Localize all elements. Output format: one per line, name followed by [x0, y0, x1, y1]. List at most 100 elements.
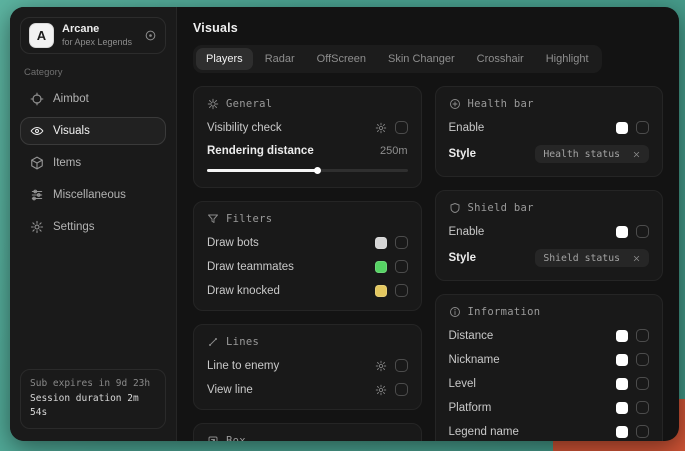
box-icon	[207, 435, 219, 441]
style-select[interactable]: Health status	[535, 145, 649, 163]
row-rendering-distance: Rendering distance250m	[207, 145, 408, 157]
subscription-info-card: Sub expires in 9d 23h Session duration 2…	[20, 369, 166, 429]
card-box: BoxEnableEnable background	[193, 423, 422, 441]
row-controls	[375, 260, 408, 273]
card-header: Shield bar	[449, 202, 650, 214]
color-swatch[interactable]	[616, 426, 628, 438]
row-controls	[375, 383, 408, 396]
row-visibility-check: Visibility check	[207, 121, 408, 134]
sidebar-item-label: Settings	[53, 221, 95, 233]
app-window: A Arcane for Apex Legends Category Aimbo…	[10, 7, 679, 441]
color-swatch[interactable]	[616, 226, 628, 238]
tab-skin-changer[interactable]: Skin Changer	[378, 48, 465, 70]
color-swatch[interactable]	[616, 402, 628, 414]
row-label: Distance	[449, 330, 494, 342]
cube-icon	[30, 156, 44, 170]
distance-checkbox[interactable]	[636, 329, 649, 342]
nickname-checkbox[interactable]	[636, 353, 649, 366]
color-swatch[interactable]	[616, 122, 628, 134]
card-title: Filters	[226, 213, 272, 225]
color-swatch[interactable]	[375, 237, 387, 249]
enable-checkbox[interactable]	[636, 225, 649, 238]
row-label: Level	[449, 378, 477, 390]
row-controls	[616, 425, 649, 438]
tab-crosshair[interactable]: Crosshair	[467, 48, 534, 70]
card-title: Information	[468, 306, 541, 318]
row-controls	[375, 236, 408, 249]
row-label: Platform	[449, 402, 492, 414]
visibility-check-checkbox[interactable]	[395, 121, 408, 134]
app-name: Arcane	[62, 23, 136, 37]
card-header: Lines	[207, 336, 408, 348]
category-label: Category	[24, 67, 162, 78]
select-value: Health status	[543, 149, 620, 160]
slider-thumb[interactable]	[314, 167, 321, 174]
card-title: Health bar	[468, 98, 534, 110]
card-header: General	[207, 98, 408, 110]
card-header: Box	[207, 435, 408, 441]
sidebar-item-visuals[interactable]: Visuals	[20, 117, 166, 145]
row-label: Style	[449, 148, 477, 160]
legend-name-checkbox[interactable]	[636, 425, 649, 438]
view-line-checkbox[interactable]	[395, 383, 408, 396]
card-health-bar: Health barEnableStyleHealth status	[435, 86, 664, 177]
row-label: Draw knocked	[207, 285, 280, 297]
card-information: Information Distance Nickname Level Platform…	[435, 294, 664, 441]
sidebar: A Arcane for Apex Legends Category Aimbo…	[10, 7, 177, 441]
color-swatch[interactable]	[616, 378, 628, 390]
row-legend-name: Legend name	[449, 425, 650, 438]
row-label: Nickname	[449, 354, 500, 366]
sidebar-item-items[interactable]: Items	[20, 149, 166, 177]
brand-text: Arcane for Apex Legends	[62, 23, 136, 48]
enable-checkbox[interactable]	[636, 121, 649, 134]
row-enable: Enable	[449, 225, 650, 238]
gear-icon[interactable]	[375, 122, 387, 134]
draw-bots-checkbox[interactable]	[395, 236, 408, 249]
sidebar-item-settings[interactable]: Settings	[20, 213, 166, 241]
tab-radar[interactable]: Radar	[255, 48, 305, 70]
row-style: Style Health status	[449, 145, 650, 163]
close-icon[interactable]	[632, 150, 641, 159]
rendering-distance-slider[interactable]	[207, 167, 408, 174]
row-distance: Distance	[449, 329, 650, 342]
row-label: Draw teammates	[207, 261, 294, 273]
slider-value: 250m	[380, 145, 408, 157]
gear-icon[interactable]	[375, 360, 387, 372]
draw-teammates-checkbox[interactable]	[395, 260, 408, 273]
color-swatch[interactable]	[616, 330, 628, 342]
session-duration-text: Session duration 2m 54s	[30, 392, 156, 421]
tab-offscreen[interactable]: OffScreen	[307, 48, 376, 70]
draw-knocked-checkbox[interactable]	[395, 284, 408, 297]
sun-icon	[207, 98, 219, 110]
sidebar-item-aimbot[interactable]: Aimbot	[20, 85, 166, 113]
card-title: Shield bar	[468, 202, 534, 214]
color-swatch[interactable]	[375, 285, 387, 297]
row-controls	[375, 359, 408, 372]
gear-icon[interactable]	[375, 384, 387, 396]
row-draw-bots: Draw bots	[207, 236, 408, 249]
row-controls: Shield status	[535, 249, 649, 267]
style-select[interactable]: Shield status	[535, 249, 649, 267]
row-controls	[616, 225, 649, 238]
row-nickname: Nickname	[449, 353, 650, 366]
row-controls: Health status	[535, 145, 649, 163]
app-subtitle: for Apex Legends	[62, 37, 136, 48]
select-value: Shield status	[543, 253, 620, 264]
sidebar-item-miscellaneous[interactable]: Miscellaneous	[20, 181, 166, 209]
tab-highlight[interactable]: Highlight	[536, 48, 599, 70]
close-icon[interactable]	[632, 254, 641, 263]
color-swatch[interactable]	[616, 354, 628, 366]
line-to-enemy-checkbox[interactable]	[395, 359, 408, 372]
row-draw-teammates: Draw teammates	[207, 260, 408, 273]
crosshair-icon	[30, 92, 44, 106]
level-checkbox[interactable]	[636, 377, 649, 390]
row-line-to-enemy: Line to enemy	[207, 359, 408, 372]
platform-checkbox[interactable]	[636, 401, 649, 414]
target-icon[interactable]	[144, 29, 157, 42]
row-label: Style	[449, 252, 477, 264]
card-title: General	[226, 98, 272, 110]
tab-players[interactable]: Players	[196, 48, 253, 70]
sliders-icon	[30, 188, 44, 202]
row-controls	[616, 329, 649, 342]
color-swatch[interactable]	[375, 261, 387, 273]
